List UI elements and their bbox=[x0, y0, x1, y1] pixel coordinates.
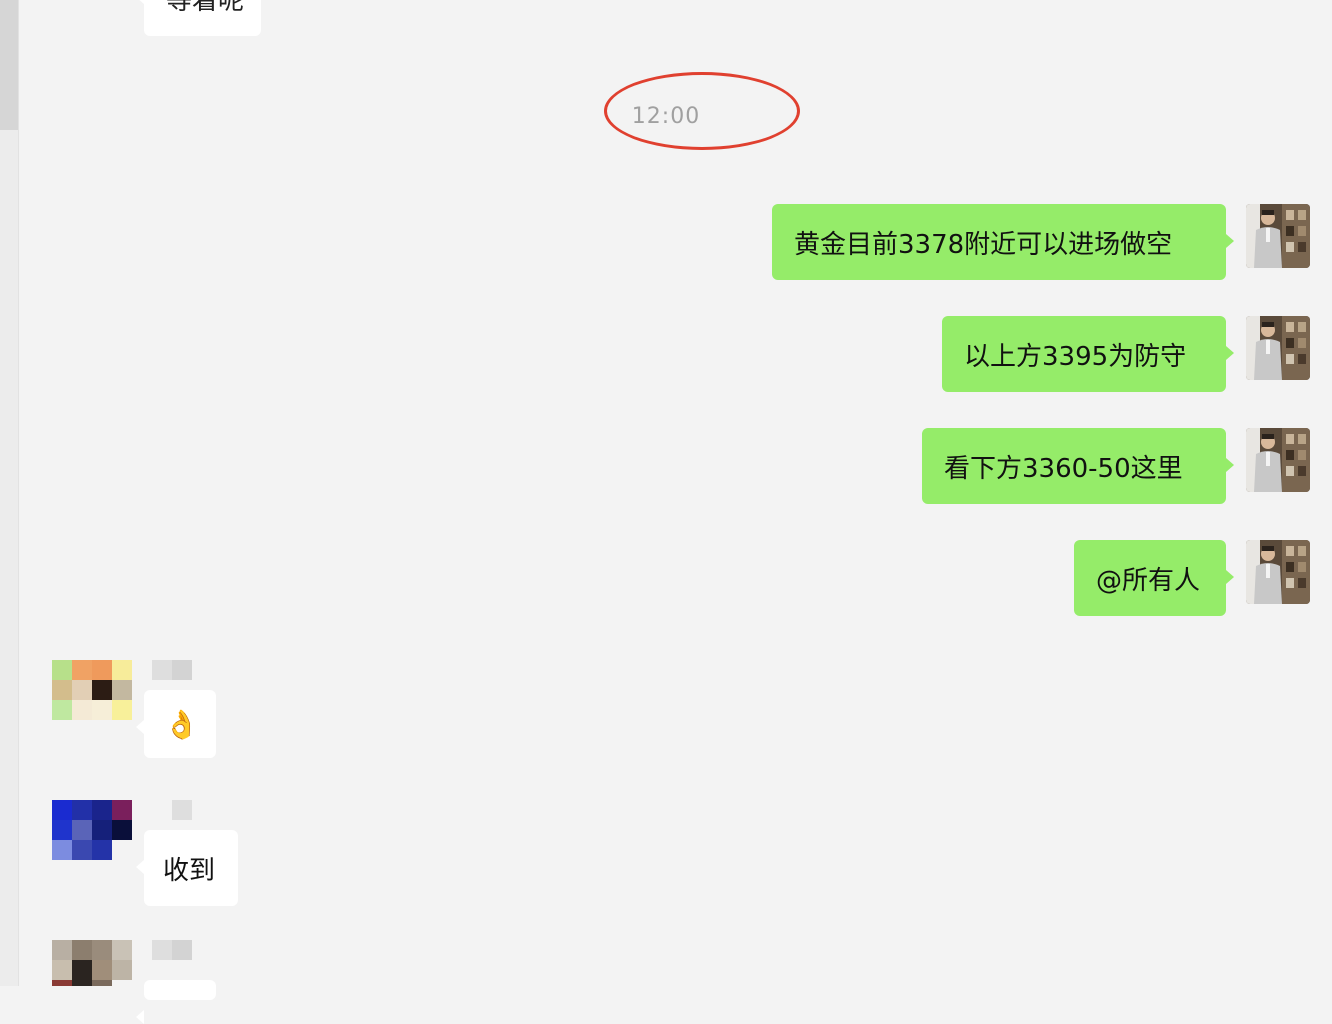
message-text: 收到 bbox=[163, 855, 216, 886]
incoming-message-partial[interactable] bbox=[136, 980, 216, 1024]
my-avatar[interactable] bbox=[1246, 540, 1310, 604]
outgoing-message[interactable]: @所有人 bbox=[1074, 540, 1234, 616]
message-text: @所有人 bbox=[1096, 565, 1201, 596]
my-avatar[interactable] bbox=[1246, 316, 1310, 380]
message-text: 看下方3360-50这里 bbox=[944, 453, 1183, 484]
message-text: 等着呢 bbox=[166, 0, 245, 16]
sender-avatar[interactable] bbox=[52, 940, 132, 986]
sender-avatar[interactable] bbox=[52, 660, 132, 720]
message-text: 以上方3395为防守 bbox=[964, 341, 1187, 372]
sender-avatar[interactable] bbox=[52, 800, 132, 860]
sender-name-blurred bbox=[152, 660, 192, 680]
my-avatar[interactable] bbox=[1246, 204, 1310, 268]
ok-hand-emoji: 👌 bbox=[164, 707, 199, 741]
left-panel-edge bbox=[0, 0, 19, 986]
my-avatar[interactable] bbox=[1246, 428, 1310, 492]
message-bubble-partial[interactable]: 等着呢 bbox=[135, 0, 262, 36]
sender-name-blurred bbox=[172, 800, 192, 820]
outgoing-message[interactable]: 黄金目前3378附近可以进场做空 bbox=[772, 204, 1234, 280]
message-text: 黄金目前3378附近可以进场做空 bbox=[794, 229, 1173, 260]
outgoing-message[interactable]: 看下方3360-50这里 bbox=[922, 428, 1234, 504]
incoming-message[interactable]: 收到 bbox=[136, 830, 238, 906]
sender-name-blurred bbox=[152, 940, 192, 960]
highlight-circle bbox=[604, 72, 800, 150]
outgoing-message[interactable]: 以上方3395为防守 bbox=[942, 316, 1234, 392]
incoming-message[interactable]: 👌 bbox=[136, 690, 216, 758]
